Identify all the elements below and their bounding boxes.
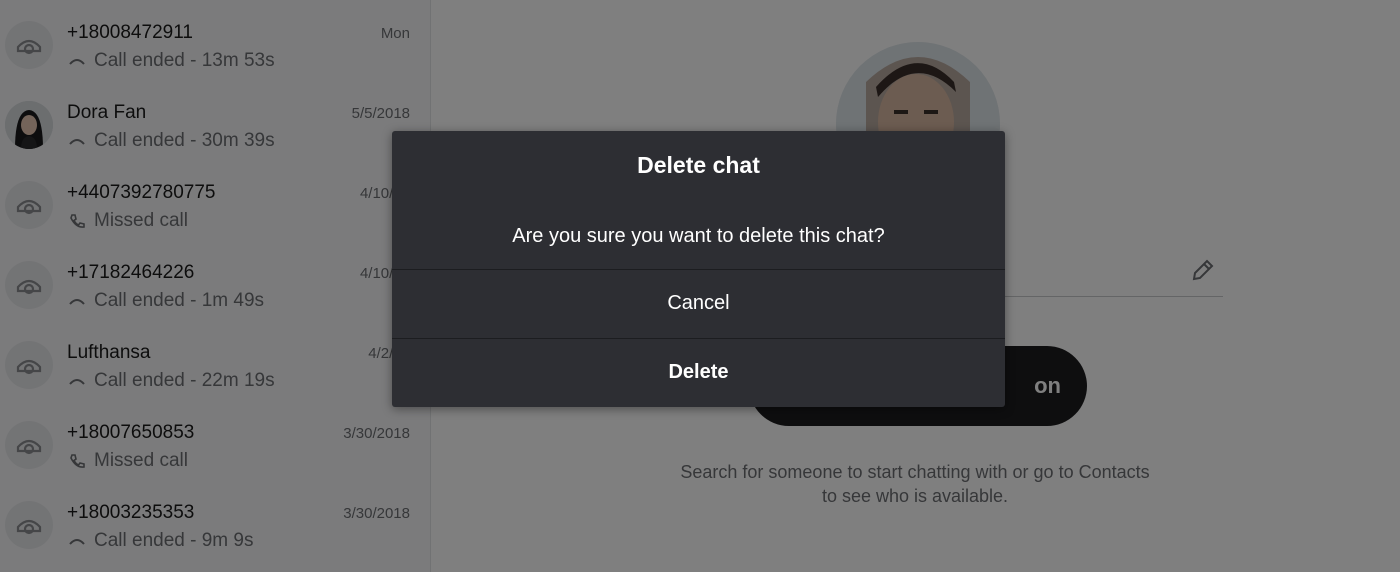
delete-button[interactable]: Delete [392, 339, 1005, 406]
delete-chat-dialog: Delete chat Are you sure you want to del… [392, 131, 1005, 407]
dialog-title: Delete chat [637, 152, 760, 178]
cancel-button[interactable]: Cancel [392, 270, 1005, 337]
dialog-message: Are you sure you want to delete this cha… [512, 225, 885, 247]
